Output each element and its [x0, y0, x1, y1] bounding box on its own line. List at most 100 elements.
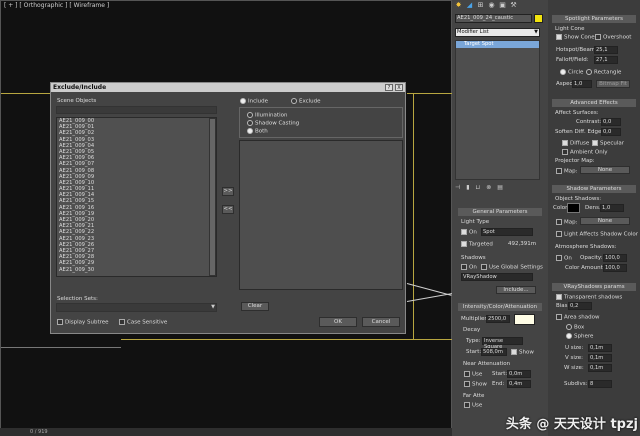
shadow-map-check[interactable] — [556, 219, 562, 225]
exclude-radio-dot[interactable] — [291, 98, 297, 104]
shadow-parameters-header[interactable]: Shadow Parameters — [552, 185, 636, 193]
near-start-field[interactable]: 0,0m — [507, 370, 531, 378]
bias-field[interactable]: 0,2 — [568, 302, 592, 310]
decay-type-dropdown[interactable]: Inverse Square — [482, 337, 523, 350]
shadows-on-check[interactable] — [461, 264, 467, 270]
shadow-map-checkbox[interactable]: Map: — [556, 219, 577, 226]
configure-sets-icon[interactable]: ▤ — [497, 184, 509, 191]
list-scrollbar[interactable] — [209, 118, 216, 276]
search-input[interactable] — [56, 106, 217, 114]
use-global-check[interactable] — [481, 264, 487, 270]
overshoot-check[interactable] — [595, 34, 601, 40]
motion-tab-icon[interactable]: ◉ — [487, 1, 496, 10]
overshoot-checkbox[interactable]: Overshoot — [595, 34, 631, 41]
ambient-only-checkbox[interactable]: Ambient Only — [562, 149, 608, 156]
circle-radio-dot[interactable] — [560, 69, 566, 75]
shadow-casting-radio-dot[interactable] — [247, 120, 253, 126]
atmosphere-on-checkbox[interactable]: On — [556, 255, 572, 262]
contrast-field[interactable]: 0,0 — [601, 118, 621, 126]
bitmap-fit-button[interactable]: Bitmap Fit — [596, 80, 630, 88]
stack-tools[interactable]: ⊣▮⊔⊗▤ — [455, 184, 540, 192]
diffuse-checkbox[interactable]: Diffuse — [562, 140, 589, 147]
both-radio[interactable]: Both — [247, 128, 268, 135]
clear-button[interactable]: Clear — [241, 302, 269, 311]
projector-map-checkbox[interactable]: Map: — [556, 168, 577, 175]
diffuse-check[interactable] — [562, 140, 568, 146]
stack-item-target-spot[interactable]: Target Spot — [456, 41, 539, 48]
specular-checkbox[interactable]: Specular — [592, 140, 624, 147]
light-on-checkbox[interactable]: On — [461, 229, 477, 236]
opacity-field[interactable]: 100,0 — [603, 254, 627, 262]
display-subtree-checkbox[interactable]: Display Subtree — [57, 319, 109, 326]
cancel-button[interactable]: Cancel — [362, 317, 400, 327]
case-sensitive-check[interactable] — [119, 319, 125, 325]
make-unique-icon[interactable]: ⊔ — [476, 184, 487, 191]
move-left-button[interactable]: << — [222, 205, 234, 214]
case-sensitive-checkbox[interactable]: Case Sensitive — [119, 319, 167, 326]
shadow-map-button[interactable]: None — [580, 217, 630, 225]
advanced-effects-header[interactable]: Advanced Effects — [552, 99, 636, 107]
color-amount-field[interactable]: 100,0 — [603, 264, 627, 272]
falloff-field[interactable]: 27,1 — [594, 56, 618, 64]
light-color-swatch[interactable] — [514, 314, 535, 325]
include-radio[interactable]: Include — [240, 98, 268, 105]
multiplier-field[interactable]: 2500,0 — [486, 315, 510, 323]
near-show-check[interactable] — [464, 381, 470, 387]
move-right-button[interactable]: >> — [222, 187, 234, 196]
sphere-radio[interactable]: Sphere — [566, 333, 593, 340]
exclude-radio[interactable]: Exclude — [291, 98, 321, 105]
v-size-field[interactable]: 0,1m — [588, 354, 612, 362]
specular-check[interactable] — [592, 140, 598, 146]
transparent-shadows-check[interactable] — [556, 294, 562, 300]
display-tab-icon[interactable]: ▣ — [498, 1, 507, 10]
hierarchy-tab-icon[interactable]: ⊞ — [476, 1, 485, 10]
rectangle-radio-dot[interactable] — [586, 69, 592, 75]
help-button[interactable]: ? — [385, 84, 393, 91]
light-affects-shadow-color-checkbox[interactable]: Light Affects Shadow Color — [556, 231, 638, 238]
hotspot-field[interactable]: 25,1 — [594, 46, 618, 54]
near-use-checkbox[interactable]: Use — [464, 371, 482, 378]
modifier-stack[interactable]: Target Spot — [455, 40, 540, 180]
illumination-radio[interactable]: Illumination — [247, 112, 287, 119]
subdivs-field[interactable]: 8 — [588, 380, 612, 388]
soften-field[interactable]: 0,0 — [601, 128, 621, 136]
include-radio-dot[interactable] — [240, 98, 246, 104]
decay-show-check[interactable] — [511, 349, 517, 355]
far-use-check[interactable] — [464, 402, 470, 408]
shadows-on-checkbox[interactable]: On — [461, 264, 477, 271]
targeted-check[interactable] — [461, 241, 467, 247]
selection-sets-dropdown[interactable]: ▼ — [56, 303, 217, 312]
ok-button[interactable]: OK — [319, 317, 357, 327]
projector-map-button[interactable]: None — [580, 166, 630, 174]
circle-radio[interactable]: Circle — [560, 69, 583, 76]
general-parameters-header[interactable]: General Parameters — [458, 208, 542, 216]
far-use-checkbox[interactable]: Use — [464, 402, 482, 409]
close-button[interactable]: X — [395, 84, 403, 91]
u-size-field[interactable]: 0,1m — [588, 344, 612, 352]
show-end-result-icon[interactable]: ▮ — [466, 184, 475, 191]
illumination-radio-dot[interactable] — [247, 112, 253, 118]
object-name-field[interactable]: AE21_009_24_caustic — [455, 14, 532, 23]
intensity-header[interactable]: Intensity/Color/Attenuation — [458, 303, 542, 311]
decay-start-field[interactable]: 508,0m — [481, 348, 507, 356]
transparent-shadows-checkbox[interactable]: Transparent shadows — [556, 294, 622, 301]
near-use-check[interactable] — [464, 371, 470, 377]
list-item[interactable]: AE21_009_30 — [57, 267, 216, 273]
light-type-dropdown[interactable]: Spot — [481, 228, 533, 236]
object-color-swatch[interactable] — [534, 14, 543, 23]
sphere-radio-dot[interactable] — [566, 333, 572, 339]
area-shadow-check[interactable] — [556, 314, 562, 320]
decay-show-checkbox[interactable]: Show — [511, 349, 534, 356]
viewport-label[interactable]: [ + ] [ Orthographic ] [ Wireframe ] — [4, 2, 109, 9]
box-radio[interactable]: Box — [566, 324, 584, 331]
modifier-list-dropdown[interactable]: Modifier List ▼ — [455, 28, 540, 37]
vrayshadows-params-header[interactable]: VRayShadows params — [552, 283, 636, 291]
display-subtree-check[interactable] — [57, 319, 63, 325]
density-field[interactable]: 1,0 — [600, 204, 624, 212]
near-show-checkbox[interactable]: Show — [464, 381, 487, 388]
include-button[interactable]: Include... — [496, 286, 536, 294]
included-objects-list[interactable] — [239, 140, 403, 290]
shadow-type-dropdown[interactable]: VRayShadow — [461, 273, 533, 281]
area-shadow-checkbox[interactable]: Area shadow — [556, 314, 599, 321]
shadow-casting-radio[interactable]: Shadow Casting — [247, 120, 299, 127]
